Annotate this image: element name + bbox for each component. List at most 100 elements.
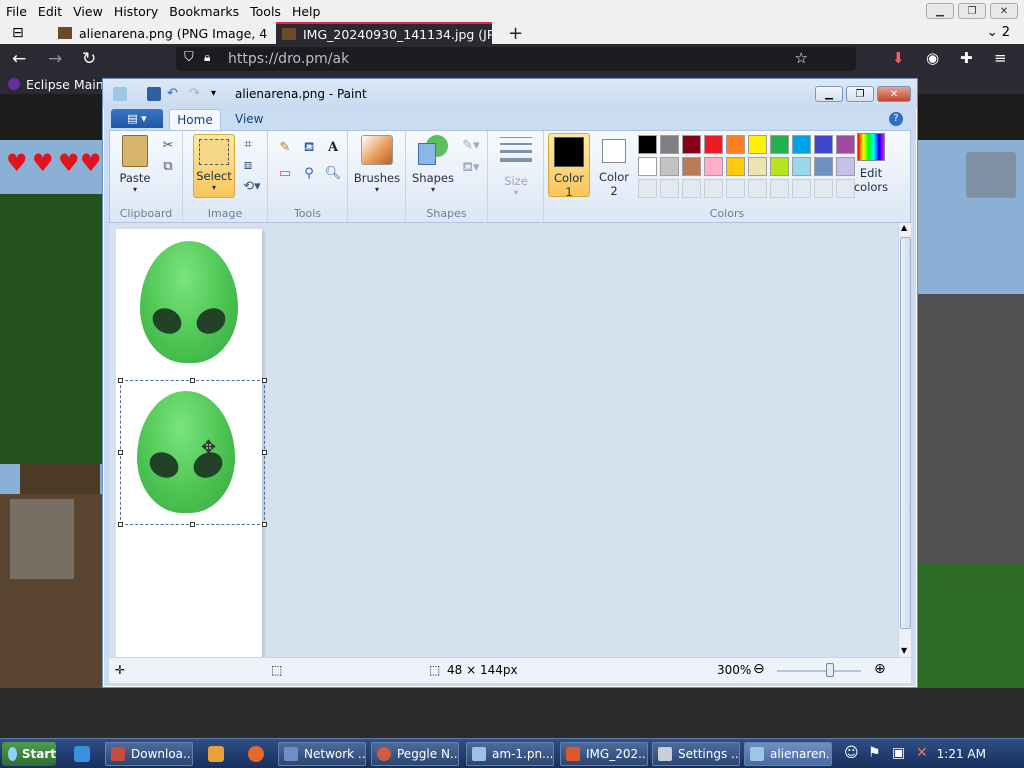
tray-icon[interactable]: ☺	[844, 745, 859, 761]
media-player-icon[interactable]	[208, 746, 224, 762]
shield-icon[interactable]: ⛉	[184, 50, 194, 65]
taskbar-item-peggle[interactable]: Peggle N...	[371, 742, 459, 766]
selection-box[interactable]: ✥	[118, 378, 267, 527]
palette-swatch[interactable]	[792, 157, 811, 176]
brushes-button[interactable]: Brushes ▾	[352, 135, 402, 194]
taskbar-item-downloads[interactable]: Downloa...	[105, 742, 193, 766]
redo-icon[interactable]: ↷	[189, 87, 203, 101]
palette-swatch[interactable]	[660, 135, 679, 154]
paste-button[interactable]: Paste ▾	[116, 135, 154, 194]
custom-color-slot[interactable]	[748, 179, 767, 198]
edit-colors-button[interactable]: Edit colors	[850, 133, 892, 194]
volume-muted-icon[interactable]: ✕	[916, 745, 928, 761]
ie-icon[interactable]	[74, 746, 90, 762]
crop-icon[interactable]: ⌗	[239, 136, 257, 154]
tab-overflow[interactable]: ⌄ 2	[987, 25, 1010, 40]
menu-help[interactable]: Help	[292, 4, 321, 19]
paint-menu-button[interactable]: ▤ ▾	[111, 109, 163, 128]
star-icon[interactable]: ☆	[795, 49, 808, 67]
palette-swatch[interactable]	[748, 135, 767, 154]
tab-view[interactable]: View	[235, 112, 263, 126]
palette-swatch[interactable]	[814, 135, 833, 154]
selection-handle[interactable]	[190, 378, 195, 383]
palette-swatch[interactable]	[660, 157, 679, 176]
selection-handle[interactable]	[262, 522, 267, 527]
new-tab-button[interactable]: +	[508, 23, 523, 44]
selection-handle[interactable]	[118, 378, 123, 383]
clock[interactable]: 1:21 AM	[937, 747, 986, 761]
custom-color-slot[interactable]	[792, 179, 811, 198]
tab-home[interactable]: Home	[169, 109, 221, 130]
custom-color-slot[interactable]	[704, 179, 723, 198]
palette-swatch[interactable]	[726, 135, 745, 154]
outline-icon[interactable]: ✎▾	[458, 137, 484, 155]
reload-icon[interactable]: ↻	[82, 49, 96, 69]
vertical-scrollbar[interactable]: ▲ ▼	[898, 223, 911, 657]
paint-minimize-button[interactable]: ▁	[815, 86, 843, 102]
color2-button[interactable]: Color 2	[594, 133, 634, 198]
custom-color-slot[interactable]	[814, 179, 833, 198]
help-icon[interactable]: ?	[889, 112, 903, 126]
flag-icon[interactable]: ⚑	[868, 745, 881, 761]
palette-swatch[interactable]	[682, 135, 701, 154]
extensions-icon[interactable]: ✚	[960, 49, 973, 67]
menu-bookmarks[interactable]: Bookmarks	[169, 4, 239, 19]
quick-access-dropdown-icon[interactable]: ▾	[211, 87, 225, 101]
palette-swatch[interactable]	[638, 157, 657, 176]
display-icon[interactable]: ▣	[892, 745, 905, 761]
lock-icon[interactable]: 🔒︎	[204, 50, 210, 65]
color1-button[interactable]: Color 1	[548, 133, 590, 199]
taskbar-item-am1[interactable]: am-1.pn...	[466, 742, 554, 766]
zoom-in-icon[interactable]: ⊕	[874, 661, 886, 677]
selection-handle[interactable]	[118, 450, 123, 455]
taskbar-item-network[interactable]: Network ...	[278, 742, 366, 766]
download-icon[interactable]: ⬇	[892, 49, 905, 67]
taskbar-item-img[interactable]: IMG_202...	[560, 742, 648, 766]
selection-handle[interactable]	[190, 522, 195, 527]
palette-swatch[interactable]	[748, 157, 767, 176]
tab-list-icon[interactable]: ⊟	[12, 25, 24, 41]
pencil-icon[interactable]: ✎	[276, 139, 294, 157]
zoom-out-icon[interactable]: ⊖	[753, 661, 765, 677]
resize-icon[interactable]: ⧈	[239, 157, 257, 175]
taskbar-item-settings[interactable]: Settings ...	[652, 742, 740, 766]
save-icon[interactable]	[147, 87, 161, 101]
back-icon[interactable]: ←	[12, 49, 26, 69]
zoom-slider-track[interactable]	[777, 670, 861, 672]
palette-swatch[interactable]	[682, 157, 701, 176]
paint-close-button[interactable]: ✕	[877, 86, 911, 102]
custom-color-slot[interactable]	[660, 179, 679, 198]
selection-handle[interactable]	[118, 522, 123, 527]
shapes-button[interactable]: Shapes ▾	[410, 135, 456, 194]
minimize-button[interactable]: ▁	[926, 3, 954, 19]
palette-swatch[interactable]	[792, 135, 811, 154]
magnifier-icon[interactable]: 🔍︎	[324, 165, 342, 183]
hamburger-menu-icon[interactable]: ≡	[994, 49, 1007, 67]
menu-history[interactable]: History	[114, 4, 158, 19]
maximize-button[interactable]: ❐	[958, 3, 986, 19]
copy-icon[interactable]: ⧉	[159, 158, 177, 176]
menu-tools[interactable]: Tools	[250, 4, 281, 19]
palette-swatch[interactable]	[814, 157, 833, 176]
menu-file[interactable]: File	[6, 4, 27, 19]
scroll-up-icon[interactable]: ▲	[901, 223, 907, 232]
scroll-down-icon[interactable]: ▼	[901, 646, 907, 655]
eraser-icon[interactable]: ▭	[276, 165, 294, 183]
shape-fill-icon[interactable]: ⛾▾	[458, 159, 484, 177]
forward-icon[interactable]: →	[48, 49, 62, 69]
firefox-icon[interactable]	[248, 746, 264, 762]
start-button[interactable]: Start	[2, 742, 56, 766]
custom-color-slot[interactable]	[770, 179, 789, 198]
menu-edit[interactable]: Edit	[38, 4, 62, 19]
fill-icon[interactable]: ⛾	[300, 139, 318, 157]
custom-color-slot[interactable]	[726, 179, 745, 198]
rotate-icon[interactable]: ⟲▾	[239, 178, 265, 196]
palette-swatch[interactable]	[704, 157, 723, 176]
menu-view[interactable]: View	[73, 4, 103, 19]
cut-icon[interactable]: ✂	[159, 137, 177, 155]
account-icon[interactable]: ◉	[926, 49, 939, 67]
scroll-thumb[interactable]	[900, 237, 911, 629]
close-button[interactable]: ✕	[990, 3, 1018, 19]
palette-swatch[interactable]	[770, 157, 789, 176]
selection-handle[interactable]	[262, 378, 267, 383]
